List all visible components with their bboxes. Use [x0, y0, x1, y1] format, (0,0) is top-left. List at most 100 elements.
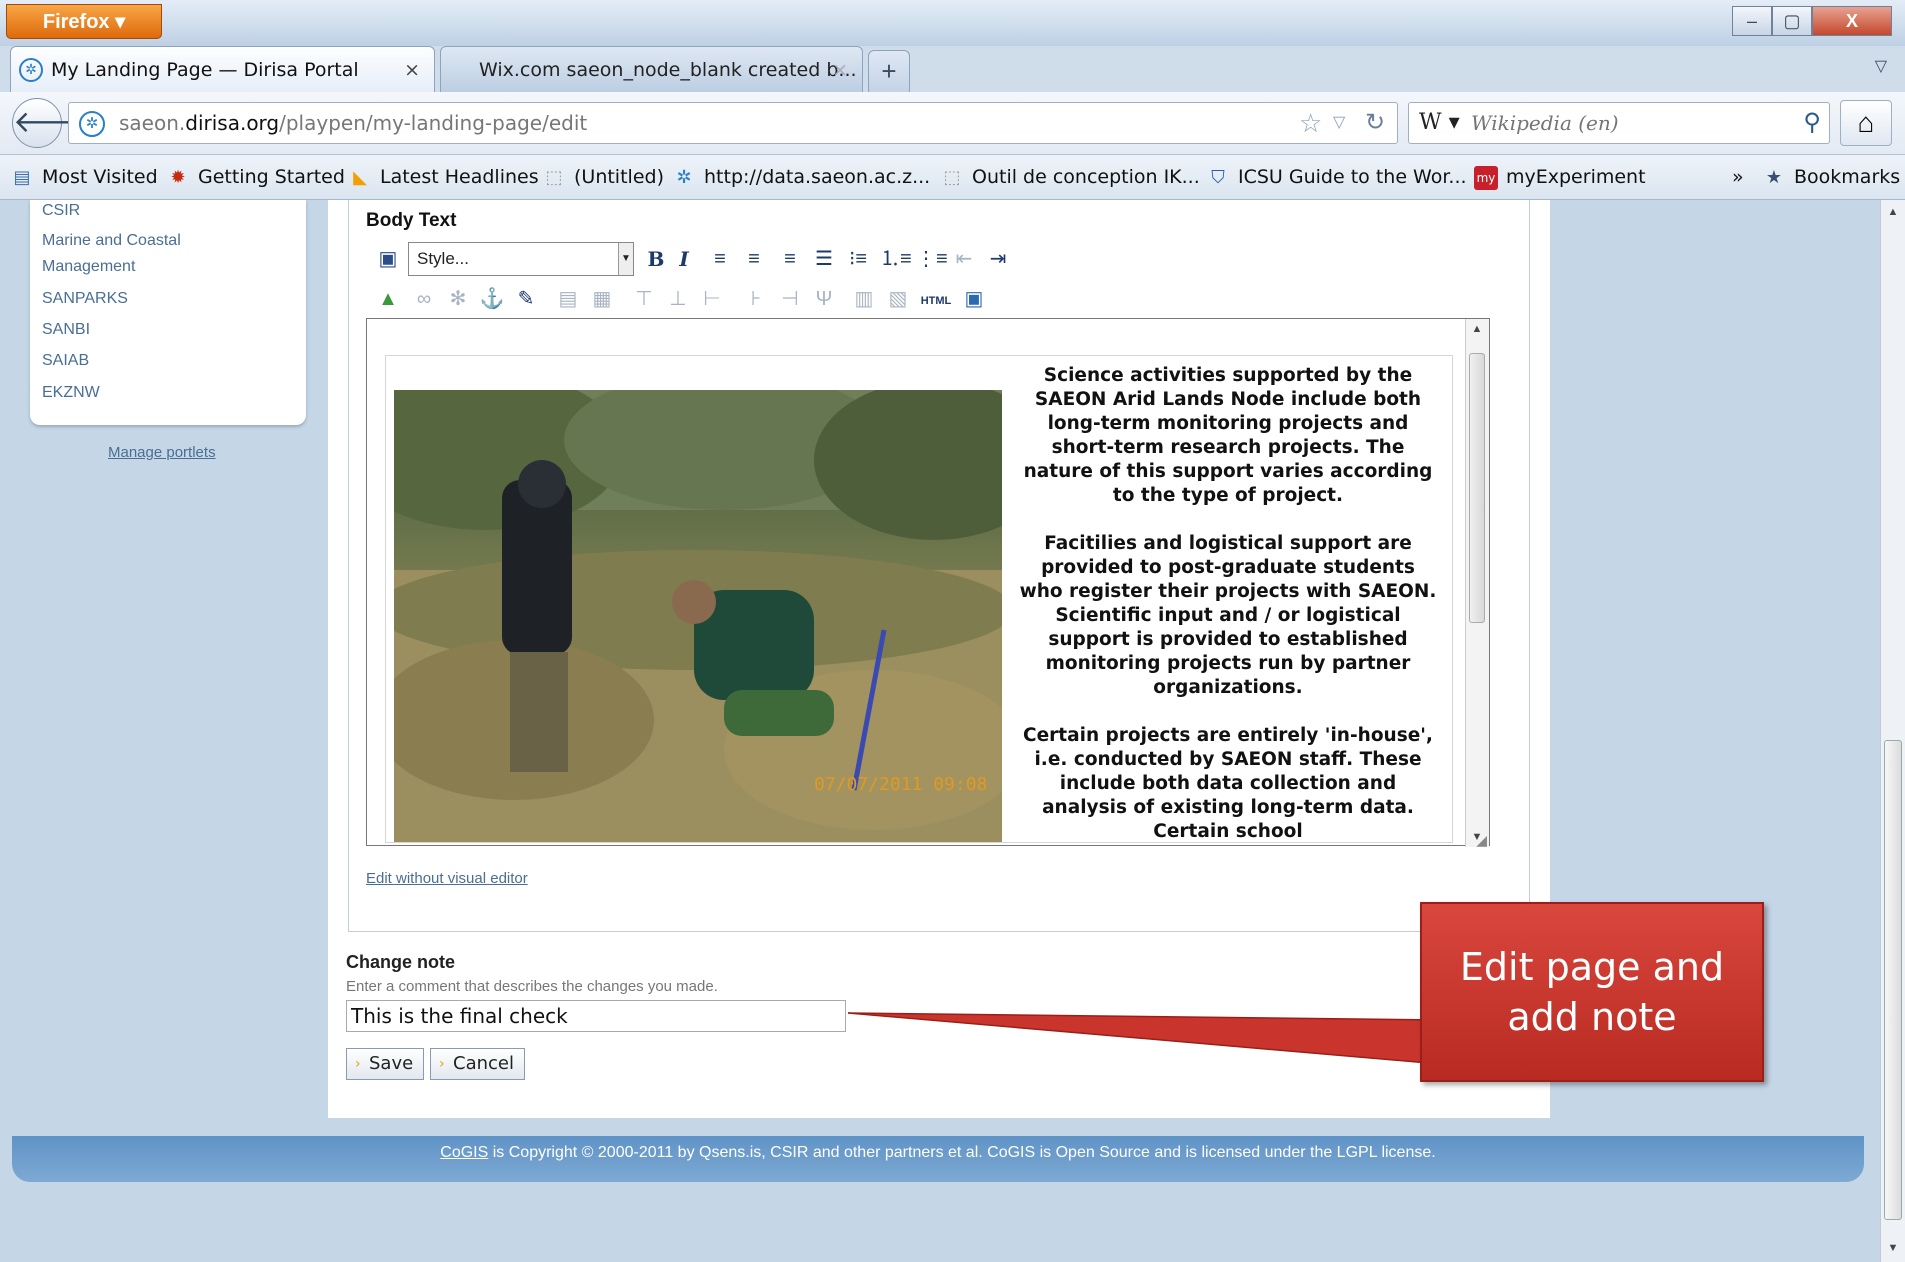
field-photo-image[interactable]: 07/07/2011 09:08 — [394, 390, 1002, 842]
insert-image-icon[interactable]: ▲ — [374, 286, 402, 312]
sidebar-link-ekznw[interactable]: EKZNW — [42, 380, 100, 406]
sidebar-link-marine-coastal-line2[interactable]: Management — [42, 254, 135, 280]
italic-icon[interactable]: I — [670, 246, 698, 272]
justify-icon[interactable]: ☰ — [810, 246, 838, 272]
editor-scrollbar[interactable]: ▲ ▼ — [1465, 319, 1489, 847]
numbered-list-icon[interactable]: ⒈≡ — [880, 246, 912, 272]
tab-list-icon[interactable]: ▽ — [1875, 56, 1887, 76]
delete-column-icon[interactable]: Ψ — [810, 286, 838, 312]
cogis-link[interactable]: CoGIS — [440, 1144, 488, 1161]
page-scrollbar-thumb[interactable] — [1884, 740, 1902, 1220]
split-cells-icon[interactable]: ▧ — [884, 286, 912, 312]
bold-icon[interactable]: B — [642, 246, 670, 272]
maximize-button[interactable]: ▢ — [1772, 6, 1812, 36]
align-center-icon[interactable]: ≡ — [740, 246, 768, 272]
align-left-icon[interactable]: ≡ — [706, 246, 734, 272]
close-window-button[interactable]: X — [1812, 6, 1892, 36]
tab-my-landing-page[interactable]: ✲ My Landing Page — Dirisa Portal × — [10, 46, 435, 92]
close-tab-icon[interactable]: × — [404, 47, 420, 92]
bookmark-latest-headlines[interactable]: ◣ Latest Headlines — [348, 155, 539, 199]
search-bar[interactable]: W ▾ ⚲ — [1408, 102, 1830, 144]
bullet-list-icon[interactable]: ⁝≡ — [844, 246, 872, 272]
back-button[interactable]: 🡐 — [12, 98, 93, 148]
url-bar[interactable]: ✲ saeon.dirisa.org/playpen/my-landing-pa… — [68, 102, 1398, 144]
tab-wix[interactable]: Wix.com saeon_node_blank created b... × — [440, 46, 863, 92]
table-properties-icon[interactable]: ▦ — [588, 286, 616, 312]
bookmark-getting-started[interactable]: ✹ Getting Started — [166, 155, 344, 199]
reload-icon[interactable]: ↻ — [1365, 103, 1385, 143]
manage-portlets-link[interactable]: Manage portlets — [108, 444, 216, 461]
bookmark-untitled[interactable]: ⬚ (Untitled) — [542, 155, 664, 199]
scroll-up-icon[interactable]: ▲ — [1466, 323, 1488, 335]
change-note-input[interactable] — [346, 1000, 846, 1032]
site-identity-icon[interactable]: ✲ — [79, 111, 105, 137]
fullscreen-icon[interactable]: ▣ — [960, 286, 988, 312]
search-input[interactable] — [1469, 103, 1773, 143]
editor-paragraph-2[interactable]: Facitilies and logistical support are pr… — [1018, 532, 1438, 700]
bookmark-most-visited[interactable]: ▤ Most Visited — [10, 155, 157, 199]
blank-page-icon: ⬚ — [545, 166, 563, 188]
definition-list-icon[interactable]: ⋮≡ — [916, 246, 948, 272]
html-source-button[interactable]: HTML — [918, 288, 954, 314]
editor-scrollbar-thumb[interactable] — [1469, 353, 1485, 623]
edit-without-visual-editor-link[interactable]: Edit without visual editor — [366, 870, 528, 887]
editor-body-text[interactable]: Science activities supported by the SAEO… — [1018, 364, 1438, 842]
bookmarks-icon: ★ — [1765, 166, 1783, 188]
new-tab-button[interactable]: + — [868, 50, 910, 92]
bookmarks-menu-button[interactable]: ★ Bookmarks — [1762, 155, 1900, 199]
most-visited-icon: ▤ — [13, 166, 31, 188]
bookmarks-overflow-chevron-icon[interactable]: » — [1732, 155, 1744, 199]
bookmark-data-saeon[interactable]: ✲ http://data.saeon.ac.z... — [672, 155, 930, 199]
outdent-icon[interactable]: ⇤ — [950, 246, 978, 272]
sidebar-link-sanbi[interactable]: SANBI — [42, 317, 90, 343]
sidebar-link-marine-coastal[interactable]: Marine and Coastal — [42, 228, 181, 254]
body-text-label: Body Text — [366, 210, 457, 231]
resize-handle-icon[interactable]: ◢ — [1476, 832, 1487, 849]
row-before-icon[interactable]: ⊤ — [630, 286, 658, 312]
sidebar-link-csir[interactable]: CSIR — [42, 200, 80, 224]
merge-cells-icon[interactable]: ▥ — [850, 286, 878, 312]
editor-paragraph-3[interactable]: Certain projects are entirely 'in-house'… — [1018, 724, 1438, 842]
rich-text-editor[interactable]: 07/07/2011 09:08 Science activities supp… — [366, 318, 1490, 849]
wikipedia-engine-icon[interactable]: W ▾ — [1419, 103, 1460, 143]
navigation-bar: 🡐 ✲ saeon.dirisa.org/playpen/my-landing-… — [0, 92, 1905, 155]
arrow-icon: › — [355, 1056, 361, 1072]
cancel-button[interactable]: › Cancel — [430, 1048, 525, 1080]
sidebar-link-sanparks[interactable]: SANPARKS — [42, 286, 128, 312]
minimize-button[interactable]: – — [1732, 6, 1772, 36]
home-button[interactable]: ⌂ — [1840, 100, 1892, 146]
scroll-up-icon[interactable]: ▲ — [1881, 206, 1905, 218]
delete-row-icon[interactable]: ⊢ — [698, 286, 726, 312]
tab-strip: ✲ My Landing Page — Dirisa Portal × Wix.… — [0, 46, 1905, 92]
bookmark-star-icon[interactable]: ☆ — [1299, 103, 1322, 143]
unlink-icon[interactable]: ✻ — [444, 286, 472, 312]
history-dropdown-icon[interactable]: ▽ — [1333, 103, 1345, 143]
anchor-icon[interactable]: ⚓ — [478, 286, 506, 312]
column-after-icon[interactable]: ⊣ — [776, 286, 804, 312]
firefox-menu-button[interactable]: Firefox ▾ — [6, 4, 162, 39]
url-text[interactable]: saeon.dirisa.org/playpen/my-landing-page… — [119, 103, 587, 143]
editor-content-table[interactable]: 07/07/2011 09:08 Science activities supp… — [385, 355, 1453, 843]
sidebar-link-saiab[interactable]: SAIAB — [42, 348, 89, 374]
column-before-icon[interactable]: ⊦ — [742, 286, 770, 312]
table-icon[interactable]: ▤ — [554, 286, 582, 312]
style-select[interactable]: Style... ▼ — [408, 242, 634, 276]
row-after-icon[interactable]: ⊥ — [664, 286, 692, 312]
chevron-down-icon[interactable]: ▼ — [618, 243, 633, 275]
page-scrollbar[interactable]: ▲ ▼ — [1880, 200, 1905, 1262]
bookmark-myexperiment[interactable]: my myExperiment — [1474, 155, 1646, 199]
save-button[interactable]: › Save — [346, 1048, 425, 1080]
close-tab-icon[interactable]: × — [832, 47, 848, 92]
search-icon[interactable]: ⚲ — [1803, 103, 1821, 143]
dirisa-favicon-icon: ✲ — [19, 58, 43, 82]
indent-icon[interactable]: ⇥ — [984, 246, 1012, 272]
bookmark-outil-de-conception[interactable]: ⬚ Outil de conception IK... — [940, 155, 1199, 199]
bookmark-icsu-guide[interactable]: ⛉ ICSU Guide to the Wor... — [1206, 155, 1466, 199]
editor-paragraph-1[interactable]: Science activities supported by the SAEO… — [1018, 364, 1438, 508]
save-icon[interactable]: ▣ — [374, 246, 402, 272]
change-note-help: Enter a comment that describes the chang… — [346, 978, 718, 995]
edit-properties-icon[interactable]: ✎ — [512, 286, 540, 312]
scroll-down-icon[interactable]: ▼ — [1881, 1242, 1905, 1254]
link-icon[interactable]: ∞ — [410, 286, 438, 312]
align-right-icon[interactable]: ≡ — [776, 246, 804, 272]
